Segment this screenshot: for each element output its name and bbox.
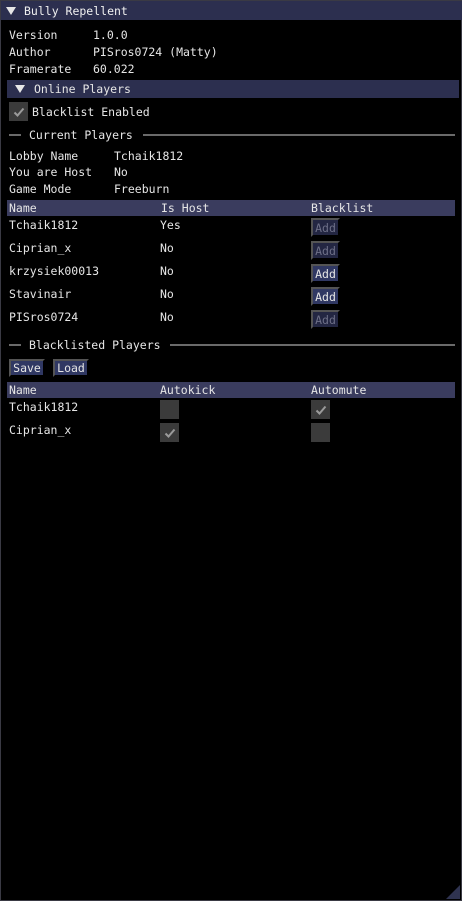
online-players-header-label: Online Players: [34, 82, 131, 96]
automute-checkbox[interactable]: [311, 400, 330, 419]
checkmark-icon: [164, 428, 175, 438]
framerate-label: Framerate: [9, 62, 72, 76]
lobby-name-value: Tchaik1812: [114, 149, 184, 163]
column-name-header: Name: [9, 383, 37, 397]
host-label: You are Host: [9, 165, 93, 179]
blacklist-enabled-checkbox[interactable]: [9, 102, 28, 121]
separator-line: [170, 344, 455, 346]
player-is-host: No: [160, 287, 174, 301]
blacklist-enabled-label: Blacklist Enabled: [32, 105, 150, 119]
add-to-blacklist-button[interactable]: Add: [311, 264, 340, 283]
separator-line: [9, 134, 21, 136]
player-is-host: No: [160, 264, 174, 278]
window-title: Bully Repellent: [24, 3, 128, 18]
add-to-blacklist-button[interactable]: Add: [311, 287, 340, 306]
player-name: krzysiek00013: [9, 264, 100, 278]
collapse-triangle-icon[interactable]: [15, 85, 25, 93]
add-to-blacklist-button[interactable]: Add: [311, 241, 340, 260]
resize-grip-icon[interactable]: [446, 885, 460, 899]
author-label: Author: [9, 45, 51, 59]
automute-checkbox[interactable]: [311, 423, 330, 442]
game-mode-value: Freeburn: [114, 182, 170, 196]
column-is-host-header: Is Host: [161, 201, 210, 215]
lobby-name-label: Lobby Name: [9, 149, 79, 163]
game-mode-label: Game Mode: [9, 182, 72, 196]
column-name-header: Name: [9, 201, 37, 215]
window-titlebar[interactable]: Bully Repellent: [1, 1, 462, 20]
player-name: Stavinair: [9, 287, 72, 301]
player-is-host: Yes: [160, 218, 181, 232]
blacklisted-players-title: Blacklisted Players: [29, 338, 161, 352]
framerate-value: 60.022: [93, 62, 135, 76]
player-is-host: No: [160, 241, 174, 255]
checkmark-icon: [13, 107, 24, 117]
host-value: No: [114, 165, 128, 179]
autokick-checkbox[interactable]: [160, 423, 179, 442]
blacklisted-player-name: Ciprian_x: [9, 423, 72, 437]
save-button[interactable]: Save: [9, 359, 45, 377]
separator-line: [9, 344, 21, 346]
load-button[interactable]: Load: [53, 359, 89, 377]
player-name: PISros0724: [9, 310, 79, 324]
blacklisted-players-table-header: Name Autokick Automute: [7, 382, 455, 398]
collapse-triangle-icon[interactable]: [6, 6, 16, 15]
separator-line: [143, 134, 455, 136]
column-automute-header: Automute: [311, 383, 367, 397]
player-name: Ciprian_x: [9, 241, 72, 255]
current-players-table-header: Name Is Host Blacklist: [7, 200, 455, 216]
add-to-blacklist-button[interactable]: Add: [311, 218, 340, 237]
online-players-header[interactable]: Online Players: [7, 80, 459, 98]
player-name: Tchaik1812: [9, 218, 79, 232]
add-to-blacklist-button[interactable]: Add: [311, 310, 340, 329]
autokick-checkbox[interactable]: [160, 400, 179, 419]
blacklisted-player-name: Tchaik1812: [9, 400, 79, 414]
bully-repellent-window: Bully Repellent Version 1.0.0 Author PIS…: [0, 0, 462, 901]
version-value: 1.0.0: [93, 28, 128, 42]
player-is-host: No: [160, 310, 174, 324]
column-blacklist-header: Blacklist: [311, 201, 374, 215]
checkmark-icon: [315, 405, 326, 415]
column-autokick-header: Autokick: [160, 383, 216, 397]
current-players-title: Current Players: [29, 128, 133, 142]
version-label: Version: [9, 28, 58, 42]
author-value: PISros0724 (Matty): [93, 45, 218, 59]
